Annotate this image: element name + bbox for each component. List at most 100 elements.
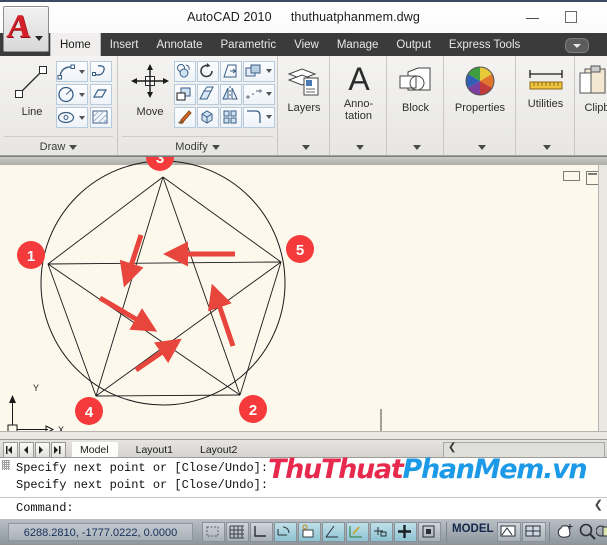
object-snap-toggle[interactable] (322, 522, 345, 542)
tab-home[interactable]: Home (50, 33, 101, 56)
panel-title-layers[interactable] (278, 141, 329, 153)
infer-constraints-toggle[interactable] (202, 522, 225, 542)
tab-annotate[interactable]: Annotate (147, 33, 211, 56)
command-prompt[interactable]: Command: (16, 501, 74, 515)
match-properties-button[interactable] (174, 107, 196, 128)
tab-insert[interactable]: Insert (101, 33, 148, 56)
rectangle-tool-button[interactable] (90, 84, 112, 105)
panel-title-annotation[interactable] (330, 141, 386, 153)
annotation-button[interactable]: A Anno- tation (330, 62, 387, 122)
minimize-button[interactable] (519, 6, 547, 28)
arc-tool-button[interactable] (56, 61, 88, 82)
snap-mode-toggle[interactable] (226, 522, 249, 542)
ellipse-tool-button[interactable] (56, 107, 88, 128)
utilities-button[interactable]: Utilities (516, 66, 575, 110)
layout-tab-model[interactable]: Model (72, 442, 118, 458)
window-title: AutoCAD 2010 thuthuatphanmem.dwg (0, 10, 607, 24)
panel-title-block[interactable] (387, 141, 443, 153)
tab-view[interactable]: View (285, 33, 328, 56)
canvas-vertical-scrollbar[interactable] (598, 165, 607, 440)
block-expand-caret-icon[interactable] (413, 144, 421, 150)
clipboard-button[interactable]: Clipb (575, 64, 607, 114)
erase-tool-button[interactable] (243, 61, 275, 82)
tab-parametric[interactable]: Parametric (212, 33, 286, 56)
utilities-expand-caret-icon[interactable] (543, 144, 551, 150)
grid-display-toggle[interactable] (250, 522, 273, 542)
annotation-scale-button[interactable] (596, 522, 607, 542)
move-tool-button[interactable]: Move (124, 60, 176, 118)
panel-title-properties[interactable] (444, 141, 515, 153)
rotate-tool-button[interactable] (197, 61, 219, 82)
ellipse-dropdown-caret-icon[interactable] (79, 116, 85, 120)
panel-properties[interactable]: Properties (444, 56, 516, 155)
stretch-tool-button[interactable] (174, 84, 196, 105)
tab-output[interactable]: Output (387, 33, 440, 56)
lineweight-toggle[interactable] (418, 522, 441, 542)
panel-layers[interactable]: Layers (278, 56, 330, 155)
command-line-2: Specify next point or [Close/Undo]: (16, 478, 269, 492)
erase-dropdown-caret-icon[interactable] (266, 69, 272, 73)
maximize-button[interactable] (557, 6, 585, 28)
vertex-badge-3: 3 (146, 157, 174, 171)
polar-tracking-toggle[interactable] (298, 522, 321, 542)
copy-tool-button[interactable] (174, 61, 196, 82)
panel-title-draw[interactable]: Draw (0, 141, 117, 153)
drawing-canvas[interactable]: 1 2 3 4 5 X Y (0, 156, 607, 440)
dynamic-input-toggle[interactable] (394, 522, 417, 542)
ribbon-minimize-button[interactable] (565, 38, 589, 53)
array-tool-button[interactable] (220, 107, 242, 128)
nav-next-button[interactable] (35, 442, 50, 458)
properties-expand-caret-icon[interactable] (477, 144, 486, 150)
tab-express-tools[interactable]: Express Tools (440, 33, 529, 56)
3d-array-button[interactable] (197, 107, 219, 128)
line-tool-button[interactable]: Line (6, 60, 58, 118)
panel-title-utilities[interactable] (516, 141, 574, 153)
vertex-badge-4-label: 4 (85, 404, 94, 421)
vertex-badge-5-label: 5 (296, 242, 304, 259)
hatch-tool-button[interactable] (90, 107, 112, 128)
application-menu-button[interactable]: A (3, 6, 49, 52)
block-button[interactable]: Block (387, 64, 444, 114)
draw-expand-caret-icon[interactable] (69, 144, 78, 150)
layout-tab-layout1[interactable]: Layout1 (128, 442, 182, 458)
arc-dropdown-caret-icon[interactable] (79, 70, 85, 74)
scale-tool-button[interactable] (197, 84, 219, 105)
panel-block[interactable]: Block (387, 56, 444, 155)
nav-prev-button[interactable] (19, 442, 34, 458)
trim-tool-button[interactable] (220, 61, 242, 82)
edge-3-5 (162, 176, 282, 263)
properties-button[interactable]: Properties (444, 64, 516, 114)
pan-button[interactable] (554, 522, 578, 542)
panel-utilities[interactable]: Utilities (516, 56, 575, 155)
mirror-tool-button[interactable] (220, 84, 242, 105)
fillet-dropdown-caret-icon[interactable] (266, 92, 272, 96)
circle-tool-button[interactable] (56, 84, 88, 105)
vertex-badge-5: 5 (286, 235, 314, 263)
fillet-tool-button[interactable] (243, 84, 275, 105)
command-expand-chevron-icon[interactable]: ❮ (594, 498, 603, 511)
layout-viewport-button[interactable] (522, 522, 546, 542)
panel-title-modify-label: Modify (175, 141, 208, 153)
object-snap-tracking-toggle[interactable] (346, 522, 369, 542)
modify-expand-caret-icon[interactable] (211, 144, 220, 150)
layers-expand-caret-icon[interactable] (301, 144, 310, 150)
coordinate-display[interactable]: 6288.2810, -1777.0222, 0.0000 (8, 523, 193, 541)
tab-manage[interactable]: Manage (328, 33, 388, 56)
paintbrush-icon (178, 110, 192, 124)
fillet-corner-dropdown-caret-icon[interactable] (266, 115, 272, 119)
model-space-button[interactable]: MODEL (452, 523, 494, 535)
dynamic-ucs-toggle[interactable] (370, 522, 393, 542)
ortho-mode-toggle[interactable] (274, 522, 297, 542)
layout-tab-layout2[interactable]: Layout2 (192, 442, 246, 458)
panel-annotation[interactable]: A Anno- tation (330, 56, 387, 155)
nav-first-button[interactable] (3, 442, 18, 458)
polyline-tool-button[interactable] (90, 61, 112, 82)
fillet-corner-button[interactable] (243, 107, 275, 128)
panel-title-modify[interactable]: Modify (118, 141, 277, 153)
command-window-grip[interactable] (2, 460, 10, 470)
annotation-expand-caret-icon[interactable] (356, 144, 364, 150)
panel-clipboard[interactable]: Clipb (575, 56, 607, 155)
circle-dropdown-caret-icon[interactable] (79, 93, 85, 97)
layers-button[interactable]: Layers (278, 64, 330, 114)
model-viewport-button[interactable] (497, 522, 521, 542)
